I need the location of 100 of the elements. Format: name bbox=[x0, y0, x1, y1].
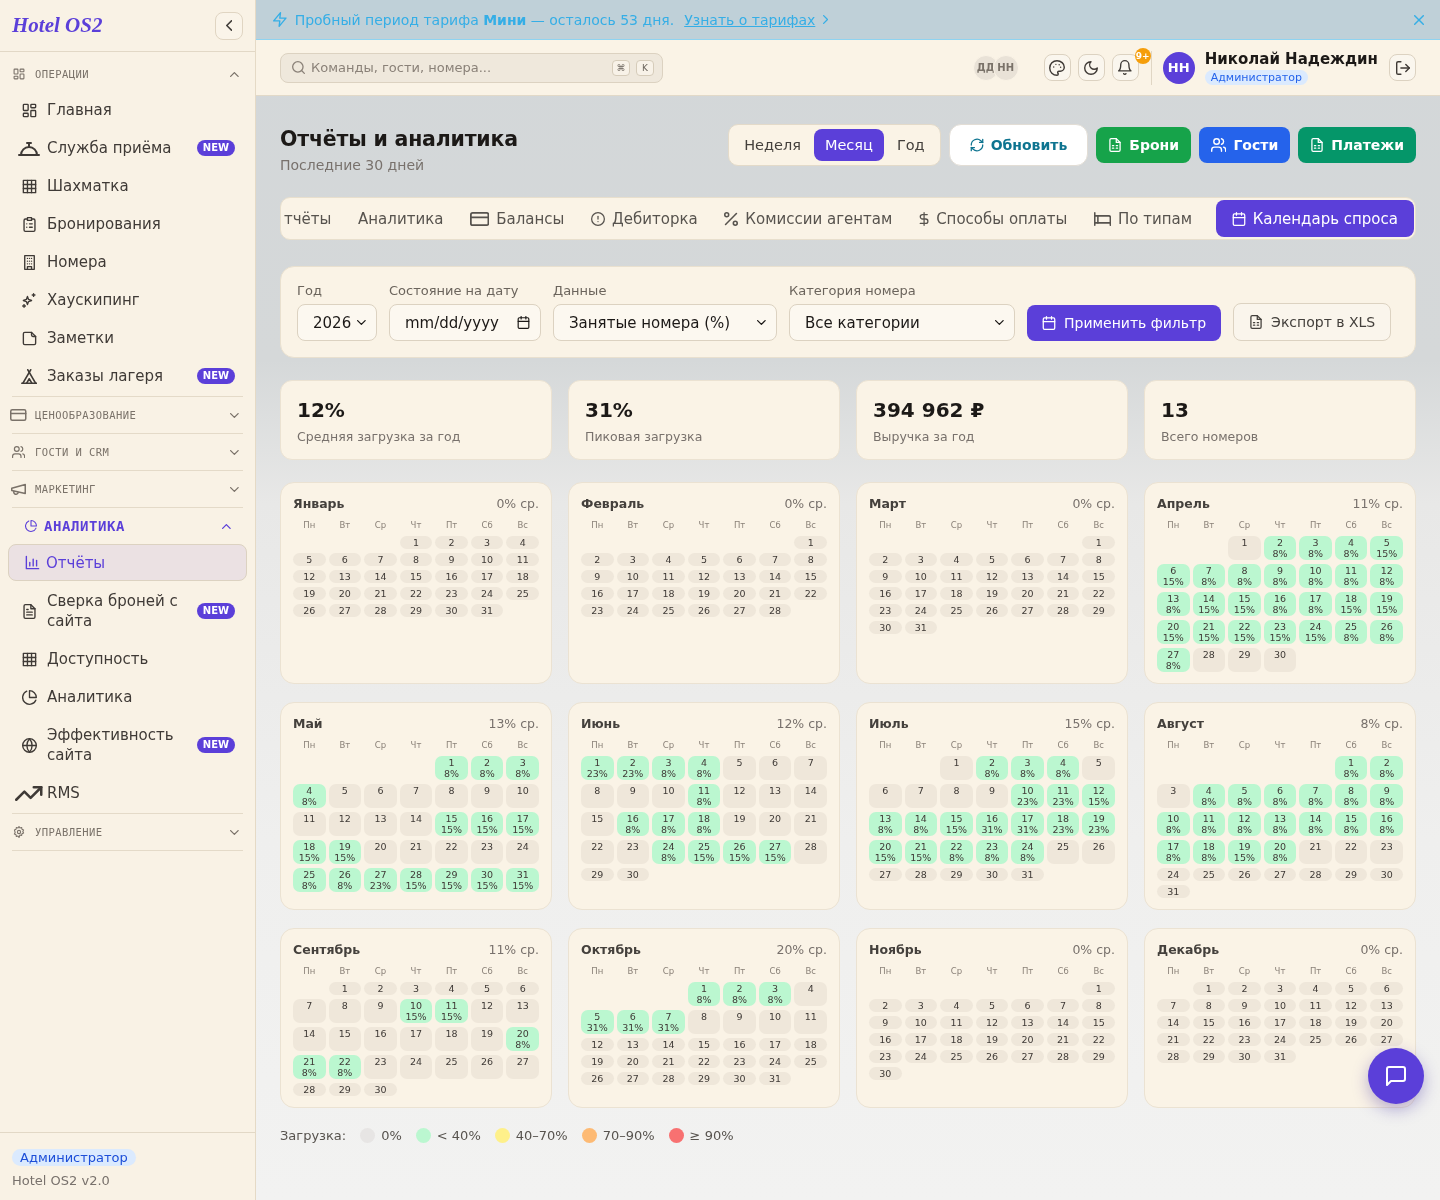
logout-button[interactable] bbox=[1389, 54, 1416, 81]
day-cell: 1 8% bbox=[687, 982, 721, 1006]
day-cell: 18 15% bbox=[293, 840, 326, 864]
apply-filter-button[interactable]: Применить фильтр bbox=[1027, 305, 1222, 341]
day-cell: 7 bbox=[1046, 553, 1080, 566]
day-cell: 22 bbox=[1334, 840, 1368, 864]
weekday-label: Вт bbox=[626, 966, 640, 977]
period-tab[interactable]: Неделя bbox=[733, 129, 812, 161]
sidebar-item[interactable]: Отчёты bbox=[8, 544, 247, 581]
tab[interactable]: Способы оплаты bbox=[915, 200, 1071, 237]
day-cell: 8 bbox=[1192, 999, 1226, 1012]
tab[interactable]: По типам bbox=[1090, 200, 1195, 237]
weekday-label: Пн bbox=[302, 740, 317, 751]
day-cell: 4 8% bbox=[1192, 784, 1226, 808]
day-cell: 30 bbox=[616, 868, 650, 881]
section-header[interactable]: ОПЕРАЦИИ bbox=[12, 56, 243, 92]
day-cell: 27 bbox=[1011, 1050, 1044, 1063]
month-name: Октябрь bbox=[581, 941, 641, 957]
sidebar-item[interactable]: Шахматка bbox=[8, 168, 247, 204]
day-cell: 10 8% bbox=[1157, 812, 1190, 836]
collapse-button[interactable] bbox=[215, 11, 243, 40]
refresh-button[interactable]: Обновить bbox=[948, 124, 1089, 166]
bed-icon bbox=[1093, 211, 1111, 226]
month-average: 20% ср. bbox=[776, 941, 827, 957]
tab[interactable]: Календарь спроса bbox=[1215, 200, 1414, 237]
day-cell: 29 bbox=[1082, 1050, 1115, 1063]
weekday-label: Чт bbox=[409, 520, 423, 531]
day-cell: 20 bbox=[1011, 587, 1044, 600]
day-cell: 29 bbox=[1334, 868, 1368, 881]
day-cell: 13 8% bbox=[1263, 812, 1297, 836]
sidebar-item[interactable]: Номера bbox=[8, 244, 247, 280]
sidebar-item[interactable]: RMS bbox=[8, 775, 247, 811]
day-cell: 24 bbox=[904, 604, 938, 617]
dark-mode-button[interactable] bbox=[1077, 54, 1105, 81]
sidebar-item[interactable]: Доступность bbox=[8, 641, 247, 677]
tab[interactable]: Дебиторка bbox=[588, 200, 701, 237]
tent-icon bbox=[20, 368, 38, 384]
period-tab[interactable]: Месяц bbox=[813, 129, 884, 161]
day-cell: 9 bbox=[581, 570, 614, 583]
day-cell: 26 bbox=[581, 1072, 614, 1085]
section-header[interactable]: МАРКЕТИНГ bbox=[12, 471, 243, 507]
sidebar-item[interactable]: Главная bbox=[8, 92, 247, 128]
day-cell: 9 bbox=[364, 999, 397, 1023]
day-cell: 22 bbox=[581, 840, 614, 864]
sidebar-item[interactable]: Аналитика bbox=[8, 679, 247, 715]
day-cell: 12 bbox=[328, 812, 362, 836]
day-cell: 1 bbox=[328, 982, 362, 995]
tab[interactable]: Аналитика bbox=[355, 200, 447, 237]
day-cell: 13 bbox=[616, 1038, 650, 1051]
day-cell: 21 15% bbox=[1192, 620, 1226, 644]
day-cell: 12 15% bbox=[1082, 784, 1115, 808]
day-cell: 12 bbox=[723, 784, 756, 808]
export-button[interactable]: Экспорт в XLS bbox=[1233, 303, 1392, 341]
sidebar-item[interactable]: Эффективность сайта NEW bbox=[8, 717, 247, 773]
weekday-label: Вт bbox=[338, 740, 352, 751]
tab[interactable]: Балансы bbox=[467, 200, 568, 237]
day-cell: 14 bbox=[364, 570, 397, 583]
day-cell: 25 bbox=[652, 604, 685, 617]
sidebar-item[interactable]: Заказы лагеря NEW bbox=[8, 358, 247, 394]
day-cell: 20 8% bbox=[506, 1027, 539, 1051]
day-cell: 16 bbox=[723, 1038, 756, 1051]
sidebar-item[interactable]: Бронирования bbox=[8, 206, 247, 242]
sidebar-item[interactable]: Служба приёма NEW bbox=[8, 130, 247, 166]
section-header[interactable]: УПРАВЛЕНИЕ bbox=[12, 814, 243, 850]
date-field[interactable]: mm/dd/yyyy bbox=[389, 304, 541, 341]
action-button[interactable]: Гости bbox=[1199, 127, 1291, 163]
sidebar-item[interactable]: Сверка броней с сайта NEW bbox=[8, 583, 247, 639]
document-icon bbox=[21, 603, 37, 619]
day-cell: 29 bbox=[1228, 648, 1261, 672]
day-cell: 24 bbox=[506, 840, 539, 864]
select-field[interactable]: 2026 bbox=[297, 304, 377, 341]
sidebar-item[interactable]: Заметки bbox=[8, 320, 247, 356]
people-icon bbox=[1211, 138, 1227, 152]
select-field[interactable]: Все категории bbox=[789, 304, 1015, 341]
day-cell: 8 bbox=[435, 784, 468, 808]
search-field[interactable]: Команды, гости, номера... ⌘ K bbox=[280, 52, 663, 83]
sidebar-item[interactable]: Хаускипинг bbox=[8, 282, 247, 318]
action-button[interactable]: Платежи bbox=[1298, 127, 1416, 163]
day-cell: 21 15% bbox=[904, 840, 938, 864]
day-cell: 1 bbox=[399, 536, 433, 549]
chevron-down-icon bbox=[357, 320, 366, 325]
day-cell: 4 bbox=[940, 553, 973, 566]
theme-button[interactable] bbox=[1043, 54, 1071, 81]
month-average: 13% ср. bbox=[488, 715, 539, 731]
day-cell: 24 bbox=[1263, 1033, 1297, 1046]
user-avatar[interactable]: НН bbox=[1162, 51, 1195, 84]
period-tab[interactable]: Год bbox=[885, 129, 936, 161]
section-header[interactable]: АНАЛИТИКА bbox=[12, 508, 243, 544]
select-field[interactable]: Занятые номера (%) bbox=[553, 304, 777, 341]
legend-title: Загрузка: bbox=[280, 1128, 347, 1143]
tab[interactable]: Комиссии агентам bbox=[721, 200, 896, 237]
section-header[interactable]: ЦЕНООБРАЗОВАНИЕ bbox=[12, 397, 243, 433]
tab[interactable]: тчёты bbox=[281, 200, 335, 237]
day-cell: 17 bbox=[470, 570, 504, 583]
section-header[interactable]: ГОСТИ И CRM bbox=[12, 434, 243, 470]
day-cell: 10 15% bbox=[399, 999, 433, 1023]
day-cell: 8 bbox=[399, 553, 433, 566]
day-cell: 22 15% bbox=[1228, 620, 1261, 644]
day-cell: 23 15% bbox=[1263, 620, 1297, 644]
day-cell: 2 8% bbox=[723, 982, 756, 1006]
